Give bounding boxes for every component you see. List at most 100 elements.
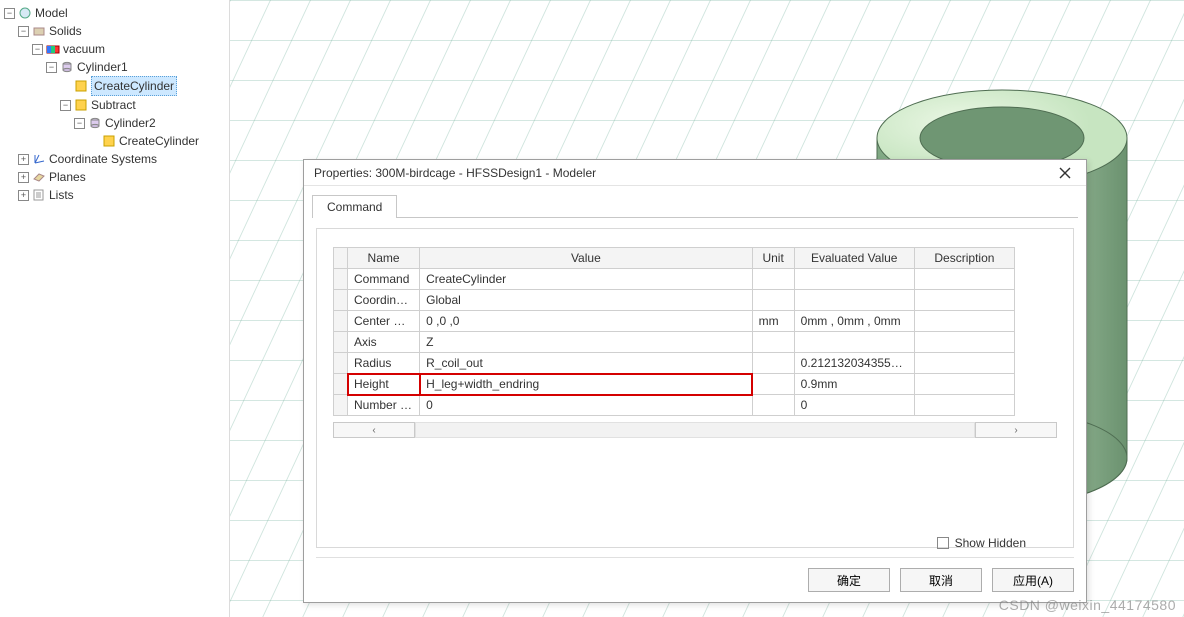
cell-value[interactable]: Z bbox=[420, 332, 752, 353]
cell-evaluated: 0.9mm bbox=[794, 374, 914, 395]
cell-name: Center Positi... bbox=[348, 311, 420, 332]
model-tree-panel: − Model − Solids bbox=[0, 0, 230, 617]
tree-node-vacuum[interactable]: − vacuum bbox=[30, 40, 229, 58]
tree-label: Cylinder1 bbox=[77, 58, 128, 76]
cell-value[interactable]: Global bbox=[420, 290, 752, 311]
tree-node-model[interactable]: − Model bbox=[2, 4, 229, 22]
lists-icon bbox=[32, 188, 46, 202]
table-row[interactable]: CommandCreateCylinder bbox=[334, 269, 1015, 290]
tab-command[interactable]: Command bbox=[312, 195, 397, 218]
cell-value[interactable]: CreateCylinder bbox=[420, 269, 752, 290]
tree-node-solids[interactable]: − Solids bbox=[16, 22, 229, 40]
tree-node-cylinder1[interactable]: − Cylinder1 bbox=[44, 58, 229, 76]
cell-evaluated: 0.21213203435596... bbox=[794, 353, 914, 374]
tree-node-coordinate-systems[interactable]: + Coordinate Systems bbox=[16, 150, 229, 168]
dialog-titlebar[interactable]: Properties: 300M-birdcage - HFSSDesign1 … bbox=[304, 160, 1086, 186]
show-hidden-row[interactable]: Show Hidden bbox=[937, 536, 1026, 550]
cell-unit[interactable]: mm bbox=[752, 311, 794, 332]
cell-description bbox=[914, 332, 1014, 353]
expander-icon[interactable]: − bbox=[18, 26, 29, 37]
cell-value[interactable]: 0 bbox=[420, 395, 752, 416]
cell-unit[interactable] bbox=[752, 269, 794, 290]
properties-table[interactable]: Name Value Unit Evaluated Value Descript… bbox=[333, 247, 1015, 416]
table-row[interactable]: Center Positi...0 ,0 ,0mm0mm , 0mm , 0mm bbox=[334, 311, 1015, 332]
tab-strip: Command bbox=[312, 194, 1078, 218]
close-button[interactable] bbox=[1050, 163, 1080, 183]
expander-icon[interactable]: − bbox=[32, 44, 43, 55]
apply-button[interactable]: 应用(A) bbox=[992, 568, 1074, 592]
cell-value[interactable]: 0 ,0 ,0 bbox=[420, 311, 752, 332]
table-row[interactable]: HeightH_leg+width_endring0.9mm bbox=[334, 374, 1015, 395]
cylinder-icon bbox=[88, 116, 102, 130]
table-row[interactable]: Coordinate ...Global bbox=[334, 290, 1015, 311]
command-icon bbox=[102, 134, 116, 148]
planes-icon bbox=[32, 170, 46, 184]
cell-description bbox=[914, 353, 1014, 374]
tree-node-cylinder2[interactable]: − Cylinder2 bbox=[72, 114, 229, 132]
table-row[interactable]: Number of ...00 bbox=[334, 395, 1015, 416]
tree-label: Solids bbox=[49, 22, 82, 40]
row-handle bbox=[334, 395, 348, 416]
expander-icon[interactable]: + bbox=[18, 154, 29, 165]
dialog-title: Properties: 300M-birdcage - HFSSDesign1 … bbox=[314, 166, 596, 180]
cell-unit[interactable] bbox=[752, 374, 794, 395]
col-desc[interactable]: Description bbox=[914, 248, 1014, 269]
axes-icon bbox=[32, 152, 46, 166]
scroll-track[interactable] bbox=[415, 422, 975, 438]
col-eval[interactable]: Evaluated Value bbox=[794, 248, 914, 269]
tree-label: CreateCylinder bbox=[119, 132, 199, 150]
expander-icon[interactable]: − bbox=[60, 100, 71, 111]
table-row[interactable]: RadiusR_coil_out 0.21213203435596... bbox=[334, 353, 1015, 374]
cell-unit[interactable] bbox=[752, 353, 794, 374]
row-handle bbox=[334, 311, 348, 332]
cell-evaluated bbox=[794, 290, 914, 311]
tree-label: Subtract bbox=[91, 96, 136, 114]
horizontal-scrollbar[interactable]: ‹ › bbox=[333, 422, 1057, 438]
expander-icon[interactable]: − bbox=[74, 118, 85, 129]
tree-node-createcylinder1[interactable]: CreateCylinder bbox=[58, 76, 229, 96]
viewport-3d[interactable]: Properties: 300M-birdcage - HFSSDesign1 … bbox=[230, 0, 1184, 617]
cell-description bbox=[914, 269, 1014, 290]
show-hidden-label: Show Hidden bbox=[955, 536, 1026, 550]
expander-icon[interactable]: − bbox=[4, 8, 15, 19]
cell-name: Radius bbox=[348, 353, 420, 374]
cell-evaluated: 0mm , 0mm , 0mm bbox=[794, 311, 914, 332]
cell-name: Number of ... bbox=[348, 395, 420, 416]
expander-icon[interactable]: + bbox=[18, 190, 29, 201]
model-icon bbox=[18, 6, 32, 20]
cell-value[interactable]: H_leg+width_endring bbox=[420, 374, 752, 395]
table-row[interactable]: AxisZ bbox=[334, 332, 1015, 353]
cancel-button[interactable]: 取消 bbox=[900, 568, 982, 592]
col-unit[interactable]: Unit bbox=[752, 248, 794, 269]
ok-button[interactable]: 确定 bbox=[808, 568, 890, 592]
col-value[interactable]: Value bbox=[420, 248, 752, 269]
tree-node-subtract[interactable]: − Subtract bbox=[58, 96, 229, 114]
command-icon bbox=[74, 79, 88, 93]
row-handle bbox=[334, 269, 348, 290]
col-name[interactable]: Name bbox=[348, 248, 420, 269]
cell-evaluated: 0 bbox=[794, 395, 914, 416]
tree-node-lists[interactable]: + Lists bbox=[16, 186, 229, 204]
show-hidden-checkbox[interactable] bbox=[937, 537, 949, 549]
cell-value[interactable]: R_coil_out bbox=[420, 353, 752, 374]
dialog-button-row: 确定 取消 应用(A) bbox=[316, 557, 1074, 592]
tree-label: CreateCylinder bbox=[91, 76, 177, 96]
scroll-right-button[interactable]: › bbox=[975, 422, 1057, 438]
watermark: CSDN @weixin_44174580 bbox=[999, 597, 1176, 613]
cell-unit[interactable] bbox=[752, 290, 794, 311]
cell-description bbox=[914, 374, 1014, 395]
cell-name: Axis bbox=[348, 332, 420, 353]
cell-unit[interactable] bbox=[752, 332, 794, 353]
expander-icon[interactable]: − bbox=[46, 62, 57, 73]
scroll-left-button[interactable]: ‹ bbox=[333, 422, 415, 438]
solids-icon bbox=[32, 24, 46, 38]
row-handle bbox=[334, 374, 348, 395]
tree-label: Lists bbox=[49, 186, 74, 204]
cell-unit[interactable] bbox=[752, 395, 794, 416]
properties-dialog: Properties: 300M-birdcage - HFSSDesign1 … bbox=[303, 159, 1087, 603]
expander-icon[interactable]: + bbox=[18, 172, 29, 183]
tree-node-planes[interactable]: + Planes bbox=[16, 168, 229, 186]
cell-description bbox=[914, 290, 1014, 311]
tree-node-createcylinder2[interactable]: CreateCylinder bbox=[86, 132, 229, 150]
model-tree[interactable]: − Model − Solids bbox=[0, 4, 229, 204]
